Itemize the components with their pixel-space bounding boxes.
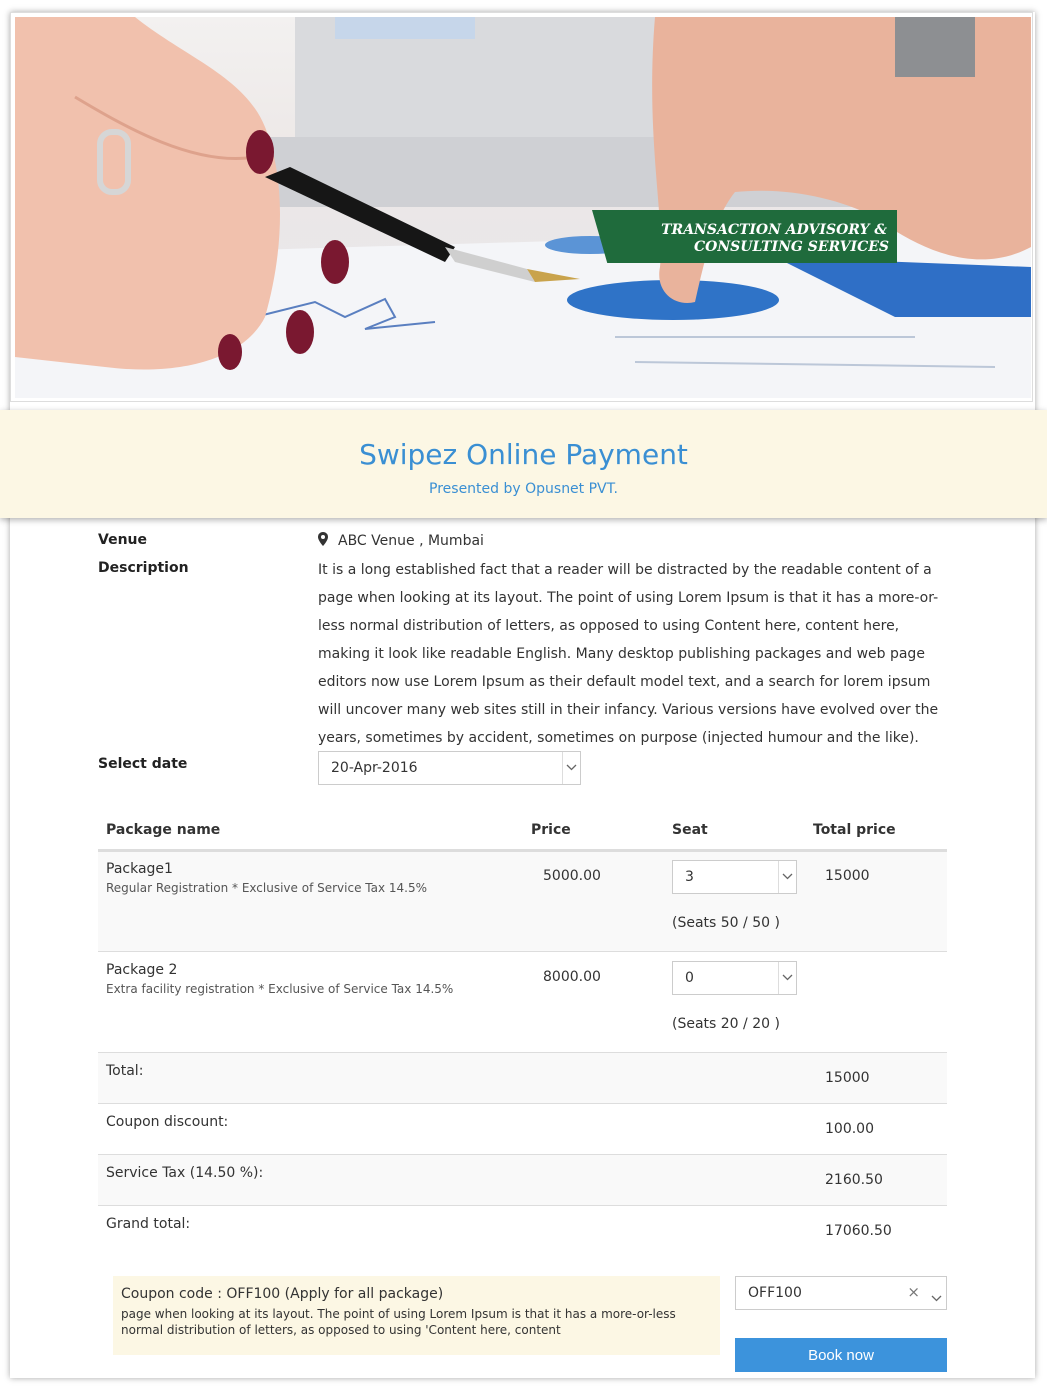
coupon-select[interactable]: OFF100 × [735,1276,947,1310]
grand-total-value: 17060.50 [825,1223,892,1239]
col-header-total-price: Total price [813,822,896,838]
date-select[interactable]: 20-Apr-2016 [318,751,581,785]
seat-select-value: 3 [685,869,694,885]
col-header-package-name: Package name [106,822,221,838]
package-note: Extra facility registration * Exclusive … [106,982,454,996]
page-subtitle: Presented by Opusnet PVT. [429,481,618,497]
grand-total-label: Grand total: [106,1216,191,1232]
package-name: Package1 [106,861,173,877]
package-price: 5000.00 [543,868,601,884]
total-value: 15000 [825,1070,870,1086]
coupon-discount-value: 100.00 [825,1121,874,1137]
hero-banner-image: TRANSACTION ADVISORY & CONSULTING SERVIC… [15,17,1031,398]
tagline-line-1: TRANSACTION ADVISORY & [661,222,887,238]
coupon-description: page when looking at its layout. The poi… [121,1307,676,1337]
package-name: Package 2 [106,962,178,978]
total-label: Total: [106,1063,144,1079]
coupon-heading: Coupon code : OFF100 (Apply for all pack… [121,1286,444,1302]
map-pin-icon [318,532,328,550]
chevron-down-icon[interactable] [562,752,580,784]
description-text: It is a long established fact that a rea… [318,562,939,746]
tagline-ribbon: TRANSACTION ADVISORY & CONSULTING SERVIC… [592,210,897,263]
table-row: Package 2 Extra facility registration * … [98,951,947,1052]
venue-value-group: ABC Venue , Mumbai [318,532,484,550]
coupon-info-box: Coupon code : OFF100 (Apply for all pack… [113,1276,720,1355]
seats-availability: (Seats 50 / 50 ) [672,915,780,931]
chevron-down-icon[interactable] [778,861,796,893]
seat-select-value: 0 [685,970,694,986]
banner-illustration [15,17,1031,398]
description-label: Description [98,560,189,576]
package-total: 15000 [825,868,870,884]
summary-row-tax: Service Tax (14.50 %): 2160.50 [98,1154,947,1205]
page-title: Swipez Online Payment [359,438,688,471]
venue-value: ABC Venue , Mumbai [338,533,484,549]
summary-row-coupon: Coupon discount: 100.00 [98,1103,947,1154]
seat-select[interactable]: 0 [672,961,797,995]
summary-row-total: Total: 15000 [98,1052,947,1103]
coupon-select-value: OFF100 [748,1285,802,1301]
seats-availability: (Seats 20 / 20 ) [672,1016,780,1032]
venue-label: Venue [98,532,147,548]
chevron-down-icon[interactable] [931,1290,942,1306]
summary-row-grand-total: Grand total: 17060.50 [98,1205,947,1256]
date-select-value: 20-Apr-2016 [331,760,418,776]
select-date-label: Select date [98,756,188,772]
clear-icon[interactable]: × [907,1283,920,1301]
table-row: Package1 Regular Registration * Exclusiv… [98,851,947,951]
seat-select[interactable]: 3 [672,860,797,894]
tagline-line-2: CONSULTING SERVICES [693,239,889,255]
package-price: 8000.00 [543,969,601,985]
package-note: Regular Registration * Exclusive of Serv… [106,881,428,895]
col-header-price: Price [531,822,571,838]
col-header-seat: Seat [672,822,708,838]
title-band: Swipez Online Payment Presented by Opusn… [0,410,1047,518]
chevron-down-icon[interactable] [778,962,796,994]
book-now-button[interactable]: Book now [735,1338,947,1372]
service-tax-label: Service Tax (14.50 %): [106,1165,264,1181]
coupon-discount-label: Coupon discount: [106,1114,229,1130]
service-tax-value: 2160.50 [825,1172,883,1188]
